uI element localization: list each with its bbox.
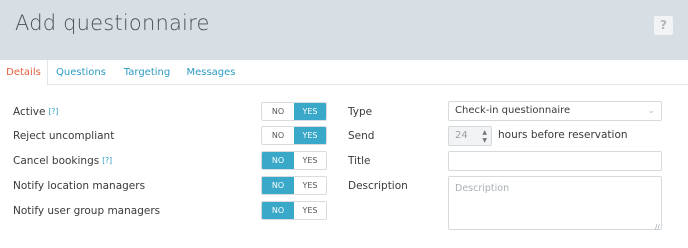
notify-location-managers-toggle: NO YES — [261, 176, 327, 195]
title-input[interactable] — [448, 151, 662, 171]
type-select[interactable]: Check-in questionnaire ⌄ — [448, 101, 662, 121]
page-header: Add questionnaire ? — [0, 0, 688, 60]
send-suffix: hours before reservation — [498, 129, 628, 141]
cancel-bookings-label: Cancel bookings [?] — [13, 155, 112, 167]
cancel-bookings-toggle: NO YES — [261, 151, 327, 170]
notify-user-group-managers-no-option[interactable]: NO — [262, 202, 294, 219]
page-title: Add questionnaire — [15, 11, 210, 35]
tab-targeting[interactable]: Targeting — [118, 60, 176, 85]
type-label: Type — [348, 106, 373, 118]
chevron-down-icon: ⌄ — [647, 106, 655, 116]
description-textarea[interactable] — [448, 176, 662, 230]
reject-uncompliant-no-option[interactable]: NO — [262, 127, 294, 144]
type-select-value: Check-in questionnaire — [455, 105, 571, 116]
cancel-bookings-no-option[interactable]: NO — [262, 152, 294, 169]
send-hours-stepper[interactable]: 24 ▲ ▼ — [448, 126, 492, 146]
notify-user-group-managers-yes-option[interactable]: YES — [294, 202, 326, 219]
stepper-up-icon[interactable]: ▲ — [482, 129, 487, 136]
tab-messages[interactable]: Messages — [182, 60, 240, 85]
active-help-link[interactable]: [?] — [48, 107, 58, 116]
notify-location-managers-yes-option[interactable]: YES — [294, 177, 326, 194]
active-yes-option[interactable]: YES — [294, 103, 326, 120]
resize-handle-icon[interactable]: ∕∕ — [655, 223, 660, 231]
reject-uncompliant-yes-option[interactable]: YES — [294, 127, 326, 144]
active-no-option[interactable]: NO — [262, 103, 294, 120]
stepper-down-icon[interactable]: ▼ — [482, 137, 487, 144]
cancel-bookings-label-text: Cancel bookings — [13, 155, 100, 167]
tab-questions[interactable]: Questions — [52, 60, 110, 85]
notify-location-managers-label: Notify location managers — [13, 180, 146, 192]
title-label: Title — [348, 155, 371, 167]
cancel-bookings-help-link[interactable]: [?] — [102, 156, 112, 165]
tab-details[interactable]: Details — [0, 60, 48, 86]
notify-user-group-managers-toggle: NO YES — [261, 201, 327, 220]
notify-user-group-managers-label: Notify user group managers — [13, 205, 161, 217]
send-hours-value: 24 — [455, 130, 468, 141]
tab-bar: Details Questions Targeting Messages — [0, 60, 688, 86]
cancel-bookings-yes-option[interactable]: YES — [294, 152, 326, 169]
active-label-text: Active — [13, 106, 46, 118]
reject-uncompliant-toggle: NO YES — [261, 126, 327, 145]
send-label: Send — [348, 130, 375, 142]
active-label: Active [?] — [13, 106, 58, 118]
notify-location-managers-no-option[interactable]: NO — [262, 177, 294, 194]
help-button[interactable]: ? — [654, 16, 673, 35]
reject-uncompliant-label: Reject uncompliant — [13, 130, 115, 142]
description-label: Description — [348, 180, 408, 192]
active-toggle: NO YES — [261, 102, 327, 121]
